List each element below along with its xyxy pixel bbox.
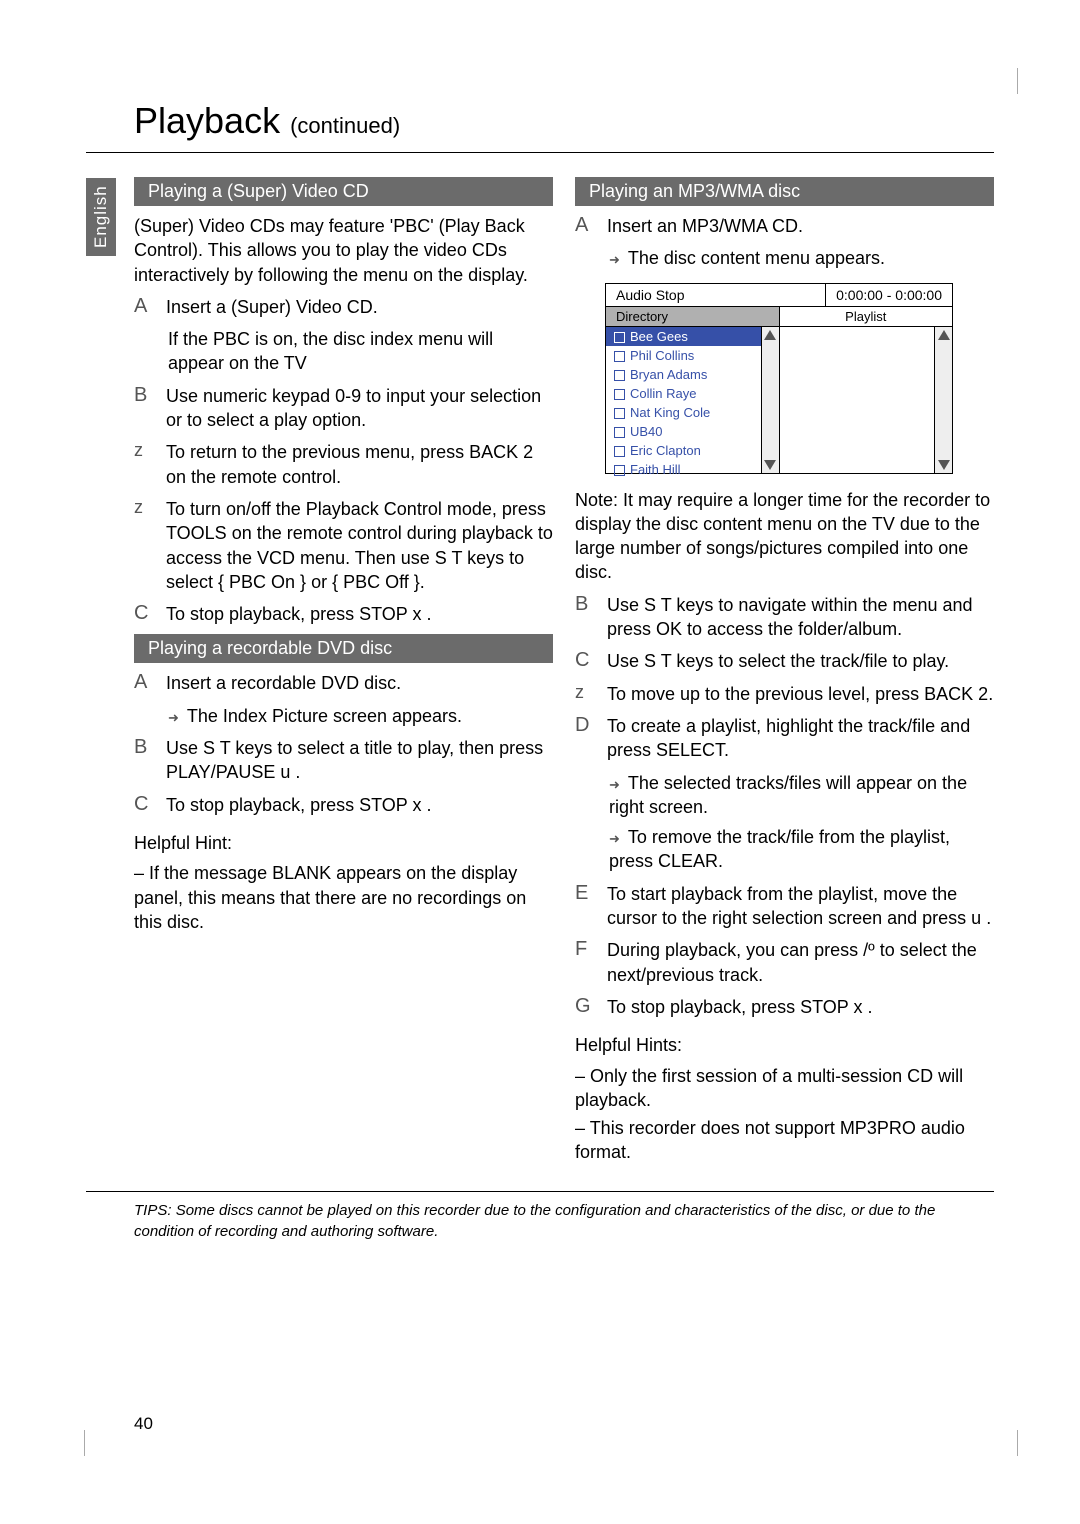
hint-body: If the message BLANK appears on the disp… <box>134 861 553 934</box>
hints-2: This recorder does not support MP3PRO au… <box>575 1116 994 1165</box>
mp3-step-a-sub: The disc content menu appears. <box>575 246 994 270</box>
list-item: Phil Collins <box>606 346 779 365</box>
step-c: C To stop playback, press STOP x . <box>134 602 553 626</box>
step-marker: D <box>575 714 597 763</box>
crop-mark <box>1017 68 1018 94</box>
step-marker: B <box>134 384 156 433</box>
hints-title: Helpful Hints: <box>575 1033 994 1057</box>
mp3-step-d-sub2: To remove the track/file from the playli… <box>575 825 994 874</box>
left-column: Playing a (Super) Video CD (Super) Video… <box>134 171 553 1169</box>
section-heading-dvd: Playing a recordable DVD disc <box>134 634 553 663</box>
list-item: Bee Gees <box>606 327 779 346</box>
dvd-step-a-sub: The Index Picture screen appears. <box>134 704 553 728</box>
step-body: Insert a (Super) Video CD. <box>166 295 553 319</box>
page-title: Playback (continued) <box>86 100 994 153</box>
crop-mark <box>1017 1430 1018 1456</box>
list-item: Nat King Cole <box>606 403 779 422</box>
step-b: B Use numeric keypad 0-9 to input your s… <box>134 384 553 433</box>
step-marker: F <box>575 938 597 987</box>
tips-footer: TIPS: Some discs cannot be played on thi… <box>86 1191 994 1242</box>
step-body: To start playback from the playlist, mov… <box>607 882 994 931</box>
hints-1: Only the ﬁrst session of a multi-session… <box>575 1064 994 1113</box>
mp3-step-g: G To stop playback, press STOP x . <box>575 995 994 1019</box>
tips-text: Some discs cannot be played on this reco… <box>134 1202 935 1240</box>
step-body: Use S T keys to navigate within the menu… <box>607 593 994 642</box>
step-marker: C <box>575 649 597 673</box>
section-heading-mp3: Playing an MP3/WMA disc <box>575 177 994 206</box>
step-marker: G <box>575 995 597 1019</box>
hint-title: Helpful Hint: <box>134 831 553 855</box>
list-item: Eric Clapton <box>606 441 779 460</box>
arrow-up-icon <box>938 330 950 340</box>
step-body: To stop playback, press STOP x . <box>166 602 553 626</box>
menu-status-right: 0:00:00 - 0:00:00 <box>826 284 952 306</box>
mp3-step-d-sub1: The selected tracks/files will appear on… <box>575 771 994 820</box>
language-tab: English <box>86 178 116 256</box>
bullet-z: z To return to the previous menu, press … <box>134 440 553 489</box>
menu-directory-pane: Directory Bee Gees Phil Collins Bryan Ad… <box>606 307 780 473</box>
arrow-up-icon <box>764 330 776 340</box>
bullet-marker: z <box>134 497 156 594</box>
arrow-down-icon <box>938 460 950 470</box>
step-body: Use numeric keypad 0-9 to input your sel… <box>166 384 553 433</box>
bullet-body: To turn on/off the Playback Control mode… <box>166 497 553 594</box>
step-marker: E <box>575 882 597 931</box>
scrollbar <box>761 327 779 473</box>
mp3-note: Note: It may require a longer time for t… <box>575 488 994 585</box>
bullet-marker: z <box>575 682 597 706</box>
right-column: Playing an MP3/WMA disc A Insert an MP3/… <box>575 171 994 1169</box>
step-body: To create a playlist, highlight the trac… <box>607 714 994 763</box>
svcd-intro: (Super) Video CDs may feature 'PBC' (Pla… <box>134 214 553 287</box>
disc-content-menu: Audio Stop 0:00:00 - 0:00:00 Directory B… <box>605 283 953 474</box>
section-heading-svcd: Playing a (Super) Video CD <box>134 177 553 206</box>
step-body: During playback, you can press /º to sel… <box>607 938 994 987</box>
scrollbar <box>934 327 952 473</box>
dvd-step-c: C To stop playback, press STOP x . <box>134 793 553 817</box>
step-marker: C <box>134 793 156 817</box>
step-body: Insert an MP3/WMA CD. <box>607 214 994 238</box>
step-body: To stop playback, press STOP x . <box>607 995 994 1019</box>
menu-directory-list: Bee Gees Phil Collins Bryan Adams Collin… <box>606 327 779 479</box>
mp3-step-a: A Insert an MP3/WMA CD. <box>575 214 994 238</box>
menu-playlist-head: Playlist <box>780 307 953 327</box>
step-body: To stop playback, press STOP x . <box>166 793 553 817</box>
dvd-step-a: A Insert a recordable DVD disc. <box>134 671 553 695</box>
bullet-z: z To turn on/off the Playback Control mo… <box>134 497 553 594</box>
dvd-step-b: B Use S T keys to select a title to play… <box>134 736 553 785</box>
menu-directory-head: Directory <box>606 307 779 327</box>
step-body: Use S T keys to select a title to play, … <box>166 736 553 785</box>
mp3-step-e: E To start playback from the playlist, m… <box>575 882 994 931</box>
list-item: Bryan Adams <box>606 365 779 384</box>
title-main: Playback <box>134 100 280 141</box>
crop-mark <box>84 1430 85 1456</box>
mp3-step-b: B Use S T keys to navigate within the me… <box>575 593 994 642</box>
mp3-step-f: F During playback, you can press /º to s… <box>575 938 994 987</box>
list-item: Faith Hill <box>606 460 779 479</box>
arrow-down-icon <box>764 460 776 470</box>
step-marker: A <box>134 671 156 695</box>
step-a-note: If the PBC is on, the disc index menu wi… <box>134 327 553 376</box>
title-sub: (continued) <box>290 113 400 138</box>
manual-page: English Playback (continued) Playing a (… <box>86 100 994 1434</box>
tips-label: TIPS: <box>134 1202 172 1219</box>
list-item: UB40 <box>606 422 779 441</box>
bullet-marker: z <box>134 440 156 489</box>
step-body: Insert a recordable DVD disc. <box>166 671 553 695</box>
page-number: 40 <box>134 1414 153 1434</box>
menu-playlist-pane: Playlist <box>780 307 953 473</box>
menu-status-left: Audio Stop <box>606 284 826 306</box>
step-marker: B <box>575 593 597 642</box>
list-item: Collin Raye <box>606 384 779 403</box>
bullet-body: To return to the previous menu, press BA… <box>166 440 553 489</box>
step-a: A Insert a (Super) Video CD. <box>134 295 553 319</box>
bullet-body: To move up to the previous level, press … <box>607 682 994 706</box>
step-marker: A <box>575 214 597 238</box>
step-body: Use S T keys to select the track/file to… <box>607 649 994 673</box>
mp3-step-c: C Use S T keys to select the track/file … <box>575 649 994 673</box>
step-marker: C <box>134 602 156 626</box>
mp3-step-d: D To create a playlist, highlight the tr… <box>575 714 994 763</box>
step-marker: B <box>134 736 156 785</box>
bullet-z: z To move up to the previous level, pres… <box>575 682 994 706</box>
step-marker: A <box>134 295 156 319</box>
